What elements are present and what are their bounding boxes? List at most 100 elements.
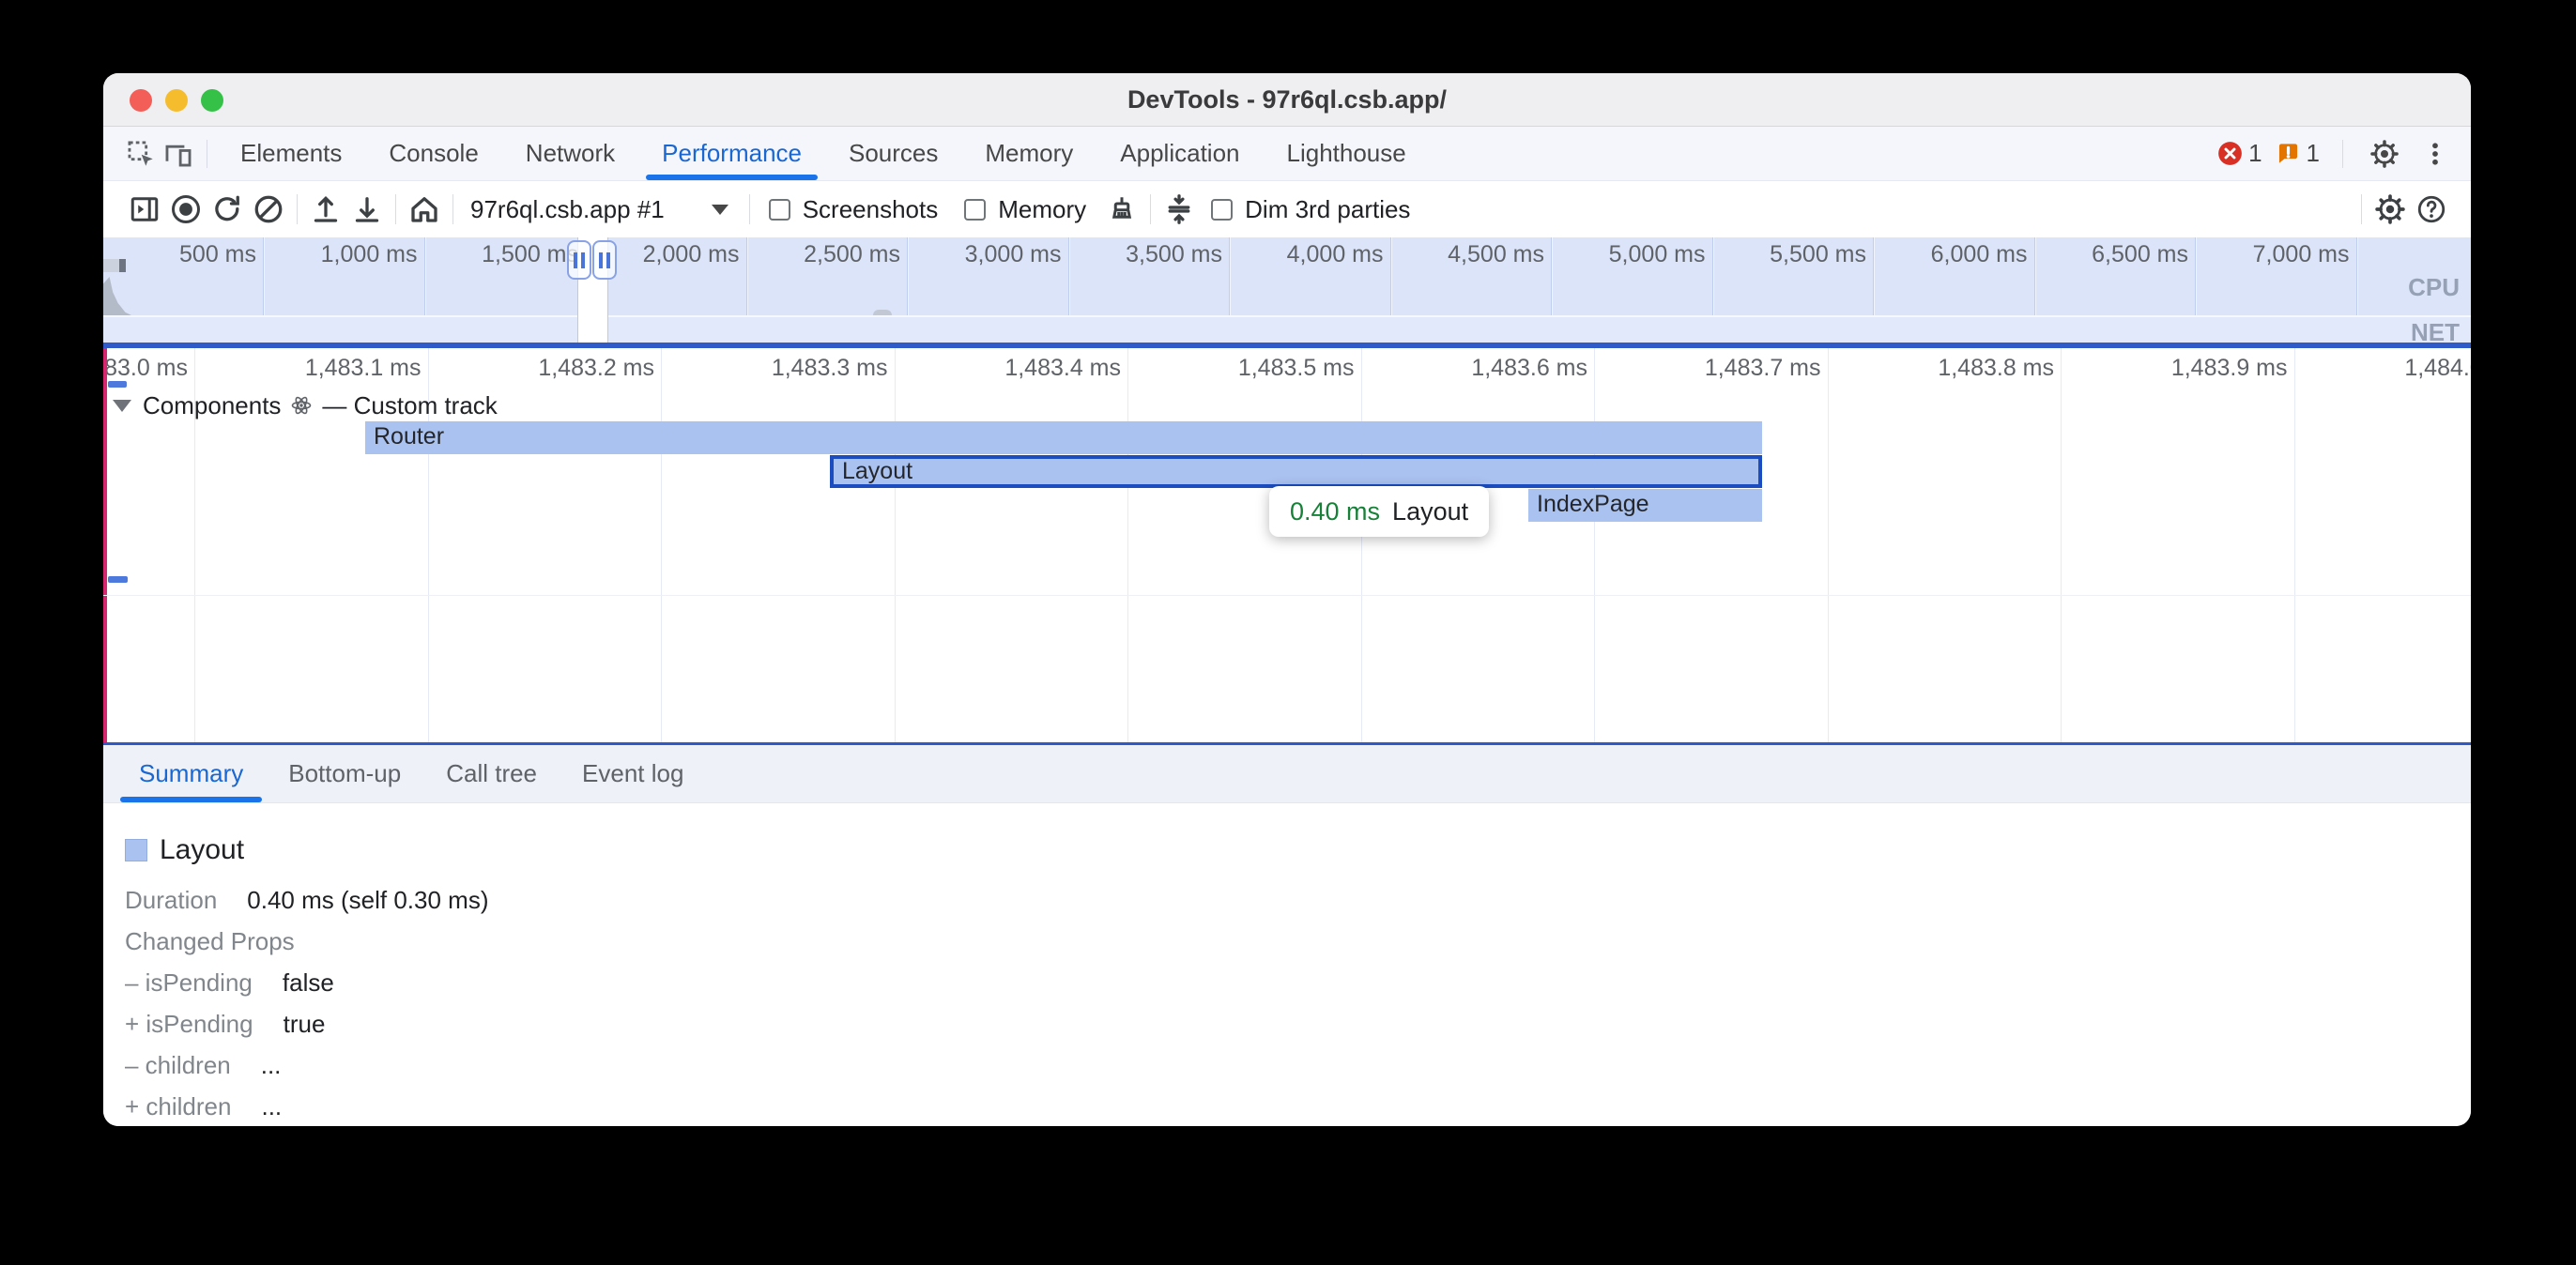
ruler-tick-label: 1,483.5 ms	[1238, 355, 1355, 382]
cpu-activity-graph	[103, 277, 131, 315]
tab-lighthouse[interactable]: Lighthouse	[1264, 127, 1430, 180]
tab-summary[interactable]: Summary	[116, 745, 266, 802]
shortcuts-collapse-icon[interactable]	[1158, 189, 1200, 230]
error-icon	[2217, 141, 2243, 166]
clear-recording-icon[interactable]	[248, 189, 289, 230]
capture-settings-gear-icon[interactable]	[2369, 189, 2411, 230]
overview-tick-label: 7,000 ms	[2253, 241, 2350, 268]
checkbox-box[interactable]	[1211, 199, 1233, 221]
flamechart-grid-line	[2294, 348, 2295, 742]
tab-memory[interactable]: Memory	[961, 127, 1096, 180]
overview-selection-handle-right[interactable]	[592, 240, 617, 280]
flamechart-grid-line	[1361, 348, 1362, 742]
overview-tick-label: 3,500 ms	[1126, 241, 1222, 268]
ruler-tick-label: 1,483.8 ms	[1938, 355, 2054, 382]
traffic-lights	[130, 73, 223, 127]
chevron-down-icon	[712, 205, 728, 215]
settings-gear-icon[interactable]	[2366, 135, 2403, 173]
issue-icon	[2276, 141, 2301, 166]
tab-sources[interactable]: Sources	[825, 127, 961, 180]
summary-row-label: – children	[125, 1051, 231, 1080]
tooltip-duration: 0.40 ms	[1290, 497, 1380, 526]
summary-row-label: + isPending	[125, 1010, 253, 1039]
flame-bar-layout[interactable]: Layout	[830, 455, 1762, 488]
summary-panel: Layout Duration0.40 ms (self 0.30 ms) Cha…	[103, 804, 2471, 1126]
toggle-sidebar-icon[interactable]	[124, 189, 165, 230]
timeline-overview[interactable]: 500 ms1,000 ms1,500 ms2,000 ms2,500 ms3,…	[103, 237, 2471, 343]
titlebar: DevTools - 97r6ql.csb.app/	[103, 73, 2471, 127]
home-icon[interactable]	[404, 189, 445, 230]
overview-tick-label: 6,500 ms	[2092, 241, 2188, 268]
flamechart-area[interactable]: 1,483.0 ms1,483.1 ms1,483.2 ms1,483.3 ms…	[103, 348, 2471, 742]
zoom-window-button[interactable]	[201, 89, 223, 112]
collapse-triangle-icon[interactable]	[113, 400, 131, 412]
summary-title-row: Layout	[125, 834, 244, 866]
divider	[2361, 194, 2362, 224]
flame-bar-router[interactable]: Router	[365, 421, 1762, 454]
issues-badge[interactable]: 1	[2276, 139, 2320, 168]
tab-application[interactable]: Application	[1096, 127, 1263, 180]
details-tabbar: SummaryBottom-upCall treeEvent log	[103, 745, 2471, 803]
reload-and-record-icon[interactable]	[207, 189, 248, 230]
ruler-tick-label: 1,483.0 ms	[103, 355, 188, 382]
tabbar-right: 1 1	[2217, 135, 2454, 173]
summary-row-label: + children	[125, 1092, 231, 1121]
flamechart-grid-line	[1127, 348, 1128, 742]
overview-selection-handle-left[interactable]	[567, 240, 591, 280]
overview-tick-label: 5,000 ms	[1609, 241, 1706, 268]
dim-3rd-parties-checkbox[interactable]: Dim 3rd parties	[1211, 195, 1410, 224]
overview-tick-label: 3,000 ms	[965, 241, 1062, 268]
divider	[749, 194, 750, 224]
memory-label: Memory	[998, 195, 1086, 224]
screenshots-checkbox[interactable]: Screenshots	[769, 195, 939, 224]
track-subtitle: — Custom track	[322, 391, 497, 420]
tab-network[interactable]: Network	[502, 127, 638, 180]
summary-row-ispending: + isPendingtrue	[125, 1003, 2443, 1044]
flame-bar-indexpage[interactable]: IndexPage	[1528, 489, 1762, 522]
panel-tabs: ElementsConsoleNetworkPerformanceSources…	[217, 127, 1430, 180]
checkbox-box[interactable]	[964, 199, 986, 221]
summary-row-value: false	[283, 968, 334, 998]
more-options-icon[interactable]	[2416, 135, 2454, 173]
ruler-tick-label: 1,483.7 ms	[1705, 355, 1821, 382]
checkbox-box[interactable]	[769, 199, 790, 221]
close-window-button[interactable]	[130, 89, 152, 112]
ruler-tick-label: 1,483.4 ms	[1004, 355, 1121, 382]
tab-call-tree[interactable]: Call tree	[423, 745, 560, 802]
screenshot-thumbnail	[103, 259, 126, 272]
tab-event-log[interactable]: Event log	[560, 745, 706, 802]
divider	[2342, 140, 2343, 168]
summary-row-children: – children...	[125, 1044, 2443, 1086]
summary-row-label: Changed Props	[125, 927, 295, 956]
load-profile-icon[interactable]	[305, 189, 346, 230]
network-request-bar[interactable]	[108, 381, 127, 388]
ruler-tick-label: 1,483.6 ms	[1471, 355, 1587, 382]
tab-bottom-up[interactable]: Bottom-up	[266, 745, 423, 802]
tab-console[interactable]: Console	[365, 127, 501, 180]
help-icon[interactable]	[2411, 189, 2452, 230]
memory-checkbox[interactable]: Memory	[964, 195, 1086, 224]
overview-tick-label: 2,000 ms	[643, 241, 740, 268]
device-toolbar-icon[interactable]	[160, 135, 197, 173]
performance-toolbar: 97r6ql.csb.app #1 Screenshots Memory Dim…	[103, 181, 2471, 237]
screenshots-label: Screenshots	[803, 195, 939, 224]
tab-performance[interactable]: Performance	[638, 127, 825, 180]
devtools-tabbar: ElementsConsoleNetworkPerformanceSources…	[103, 127, 2471, 181]
summary-row-duration: Duration0.40 ms (self 0.30 ms)	[125, 879, 2443, 921]
ruler-tick-label: 1,483.3 ms	[772, 355, 888, 382]
error-badge[interactable]: 1	[2217, 139, 2262, 168]
components-track-header[interactable]: Components — Custom track	[113, 391, 498, 419]
timing-bar[interactable]	[108, 576, 128, 583]
net-label: NET	[2411, 318, 2460, 343]
overview-tick-label: 4,000 ms	[1287, 241, 1384, 268]
flamechart-grid-line	[2061, 348, 2062, 742]
target-selector-dropdown[interactable]: 97r6ql.csb.app #1	[470, 195, 728, 224]
collect-garbage-icon[interactable]	[1101, 189, 1142, 230]
tab-elements[interactable]: Elements	[217, 127, 365, 180]
minimize-window-button[interactable]	[165, 89, 188, 112]
summary-row-value: ...	[261, 1051, 282, 1080]
save-profile-icon[interactable]	[346, 189, 388, 230]
inspect-element-icon[interactable]	[122, 135, 160, 173]
ruler-tick-label: 1,484.0 ms	[2404, 355, 2471, 382]
record-icon[interactable]	[165, 189, 207, 230]
